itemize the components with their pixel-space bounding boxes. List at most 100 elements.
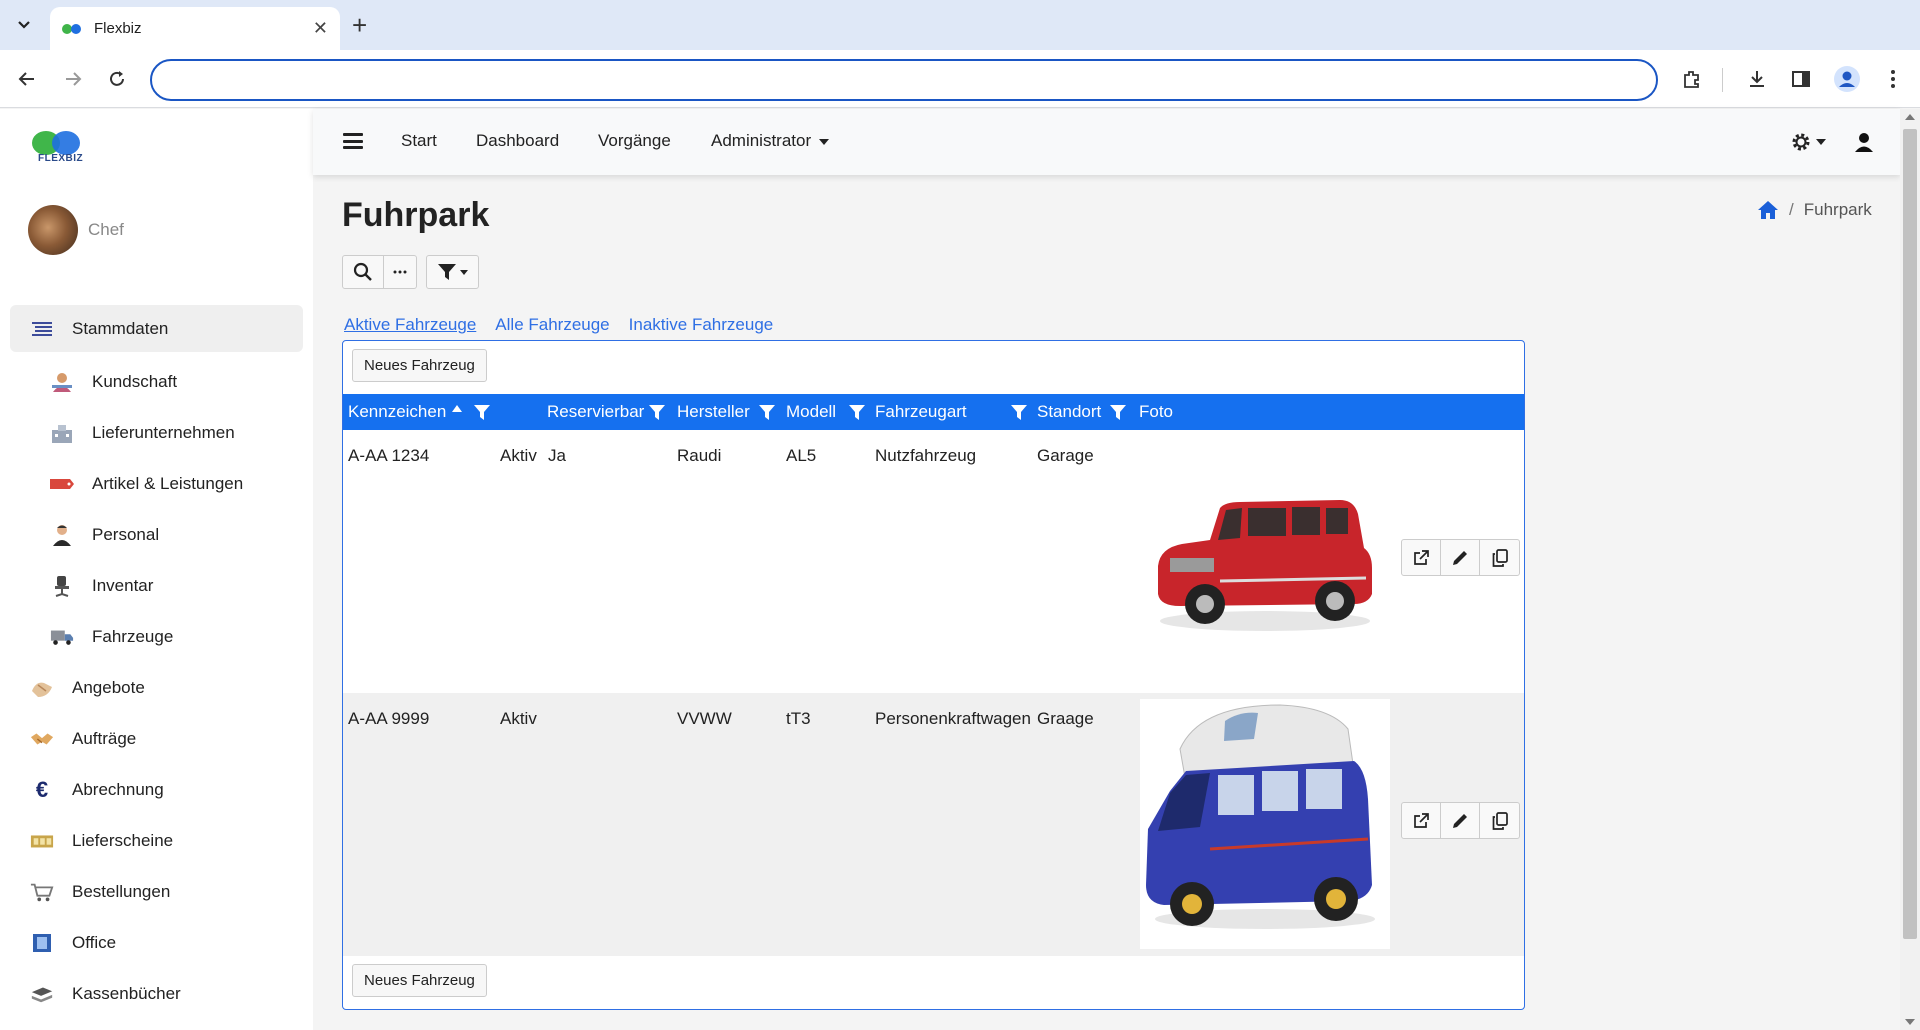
office-icon bbox=[30, 932, 54, 954]
sidebar-item-inventar[interactable]: Inventar bbox=[10, 560, 303, 611]
sidebar-item-fahrzeuge[interactable]: Fahrzeuge bbox=[10, 611, 303, 662]
scroll-up-icon[interactable] bbox=[1905, 114, 1915, 120]
sidebar-item-label: Angebote bbox=[72, 677, 145, 697]
extensions-icon[interactable] bbox=[1677, 64, 1707, 94]
open-external-button[interactable] bbox=[1402, 803, 1441, 838]
copy-button[interactable] bbox=[1480, 540, 1519, 575]
customer-icon bbox=[50, 371, 74, 393]
download-icon[interactable] bbox=[1742, 64, 1772, 94]
address-bar[interactable] bbox=[150, 59, 1658, 101]
sidebar-item-auftraege[interactable]: Aufträge bbox=[10, 713, 303, 764]
more-options-button[interactable] bbox=[384, 255, 417, 289]
vehicle-photo-red-car[interactable] bbox=[1140, 436, 1390, 686]
nav-start[interactable]: Start bbox=[401, 131, 437, 151]
logo-text: FLEXBIZ bbox=[38, 153, 84, 164]
column-header-kennzeichen[interactable]: Kennzeichen bbox=[348, 402, 446, 422]
back-icon[interactable] bbox=[14, 66, 40, 92]
cell-kennzeichen: A-AA 9999 bbox=[348, 709, 430, 728]
close-icon[interactable]: ✕ bbox=[313, 18, 328, 39]
filter-dropdown-button[interactable] bbox=[426, 255, 479, 289]
nav-administrator-dropdown[interactable]: Administrator bbox=[711, 131, 830, 151]
filter-icon[interactable] bbox=[1109, 404, 1127, 421]
scroll-down-icon[interactable] bbox=[1905, 1019, 1915, 1025]
sidebar-item-label: Artikel & Leistungen bbox=[92, 473, 244, 493]
tab-inaktive-fahrzeuge[interactable]: Inaktive Fahrzeuge bbox=[629, 315, 774, 335]
filter-icon[interactable] bbox=[648, 404, 666, 421]
column-header-fahrzeugart[interactable]: Fahrzeugart bbox=[875, 402, 967, 422]
euro-icon: € bbox=[35, 776, 49, 802]
forward-icon[interactable] bbox=[60, 66, 86, 92]
scrollbar-thumb[interactable] bbox=[1903, 129, 1917, 939]
new-vehicle-button-bottom[interactable]: Neues Fahrzeug bbox=[352, 964, 487, 997]
sort-ascending-icon[interactable] bbox=[452, 405, 462, 412]
home-icon[interactable] bbox=[1757, 200, 1779, 220]
tab-search-button[interactable] bbox=[10, 12, 38, 38]
sidebar-item-stammdaten[interactable]: Stammdaten bbox=[10, 305, 303, 352]
sidebar-item-kassenbuecher[interactable]: Kassenbücher bbox=[10, 968, 303, 1019]
delivery-icon bbox=[30, 830, 54, 852]
sidebar-item-label: Kassenbücher bbox=[72, 983, 181, 1003]
vehicle-photo-blue-van[interactable] bbox=[1140, 699, 1390, 949]
cell-modell: tT3 bbox=[786, 709, 811, 728]
cell-modell: AL5 bbox=[786, 446, 817, 465]
sidebar-item-personal[interactable]: Personal bbox=[10, 509, 303, 560]
sidebar-item-label: Fahrzeuge bbox=[92, 626, 174, 646]
reload-icon[interactable] bbox=[104, 66, 130, 92]
copy-button[interactable] bbox=[1480, 803, 1519, 838]
copy-icon bbox=[1492, 811, 1508, 830]
table-toolbar bbox=[342, 255, 479, 289]
cell-status: Aktiv bbox=[500, 446, 537, 465]
open-external-button[interactable] bbox=[1402, 540, 1441, 575]
cell-standort: Graage bbox=[1037, 709, 1094, 728]
cell-standort: Garage bbox=[1037, 446, 1094, 465]
caret-down-icon bbox=[819, 138, 830, 145]
sidebar-item-artikel[interactable]: Artikel & Leistungen bbox=[10, 458, 303, 509]
search-button[interactable] bbox=[342, 255, 384, 289]
sidebar-item-lieferscheine[interactable]: Lieferscheine bbox=[10, 815, 303, 866]
pencil-icon bbox=[1453, 813, 1467, 828]
sidebar-item-angebote[interactable]: Angebote bbox=[10, 662, 303, 713]
column-header-standort[interactable]: Standort bbox=[1037, 402, 1101, 422]
nav-dashboard[interactable]: Dashboard bbox=[476, 131, 559, 151]
user-account-icon[interactable] bbox=[1853, 131, 1875, 153]
column-header-foto: Foto bbox=[1139, 402, 1174, 421]
table-row[interactable]: A-AA 9999 Aktiv VVWW tT3 Personenkraftwa… bbox=[343, 693, 1524, 956]
edit-button[interactable] bbox=[1441, 540, 1480, 575]
tab-alle-fahrzeuge[interactable]: Alle Fahrzeuge bbox=[495, 315, 609, 335]
hamburger-menu-icon[interactable] bbox=[343, 133, 363, 149]
nav-administrator-label: Administrator bbox=[711, 131, 812, 150]
new-tab-button[interactable]: + bbox=[352, 10, 367, 41]
profile-icon[interactable] bbox=[1832, 64, 1862, 94]
browser-tab[interactable]: Flexbiz ✕ bbox=[50, 7, 340, 50]
page-scrollbar[interactable] bbox=[1900, 109, 1920, 1030]
sidebar-item-label: Bestellungen bbox=[72, 881, 171, 901]
settings-dropdown[interactable] bbox=[1790, 129, 1828, 155]
column-header-reservierbar[interactable]: Reservierbar bbox=[547, 402, 644, 422]
edit-button[interactable] bbox=[1441, 803, 1480, 838]
filter-icon[interactable] bbox=[848, 404, 866, 421]
flexbiz-favicon-icon bbox=[62, 23, 84, 35]
user-name: Chef bbox=[88, 220, 124, 239]
browser-toolbar bbox=[0, 50, 1920, 108]
nav-vorgaenge[interactable]: Vorgänge bbox=[598, 131, 671, 151]
column-header-hersteller[interactable]: Hersteller bbox=[677, 402, 750, 422]
filter-icon[interactable] bbox=[473, 404, 491, 421]
sidebar-menu: Stammdaten Kundschaft Lieferunternehmen … bbox=[10, 305, 303, 1019]
user-profile[interactable]: Chef bbox=[28, 205, 124, 255]
filter-icon[interactable] bbox=[1010, 404, 1028, 421]
browser-menu-icon[interactable] bbox=[1878, 64, 1908, 94]
filter-icon[interactable] bbox=[758, 404, 776, 421]
column-header-modell[interactable]: Modell bbox=[786, 402, 836, 422]
sidebar-item-office[interactable]: Office bbox=[10, 917, 303, 968]
sidebar-item-bestellungen[interactable]: Bestellungen bbox=[10, 866, 303, 917]
side-panel-icon[interactable] bbox=[1786, 64, 1816, 94]
sidebar: FLEXBIZ Chef Stammdaten Kundschaft Liefe… bbox=[0, 109, 313, 1030]
new-vehicle-button[interactable]: Neues Fahrzeug bbox=[352, 349, 487, 382]
sidebar-item-abrechnung[interactable]: € Abrechnung bbox=[10, 764, 303, 815]
vehicle-filter-tabs: Aktive Fahrzeuge Alle Fahrzeuge Inaktive… bbox=[344, 315, 792, 335]
tab-aktive-fahrzeuge[interactable]: Aktive Fahrzeuge bbox=[344, 315, 476, 335]
sidebar-item-kundschaft[interactable]: Kundschaft bbox=[10, 356, 303, 407]
table-row[interactable]: A-AA 1234 Aktiv Ja Raudi AL5 Nutzfahrzeu… bbox=[343, 430, 1524, 693]
sidebar-item-lieferunternehmen[interactable]: Lieferunternehmen bbox=[10, 407, 303, 458]
sidebar-item-label: Abrechnung bbox=[72, 779, 164, 799]
